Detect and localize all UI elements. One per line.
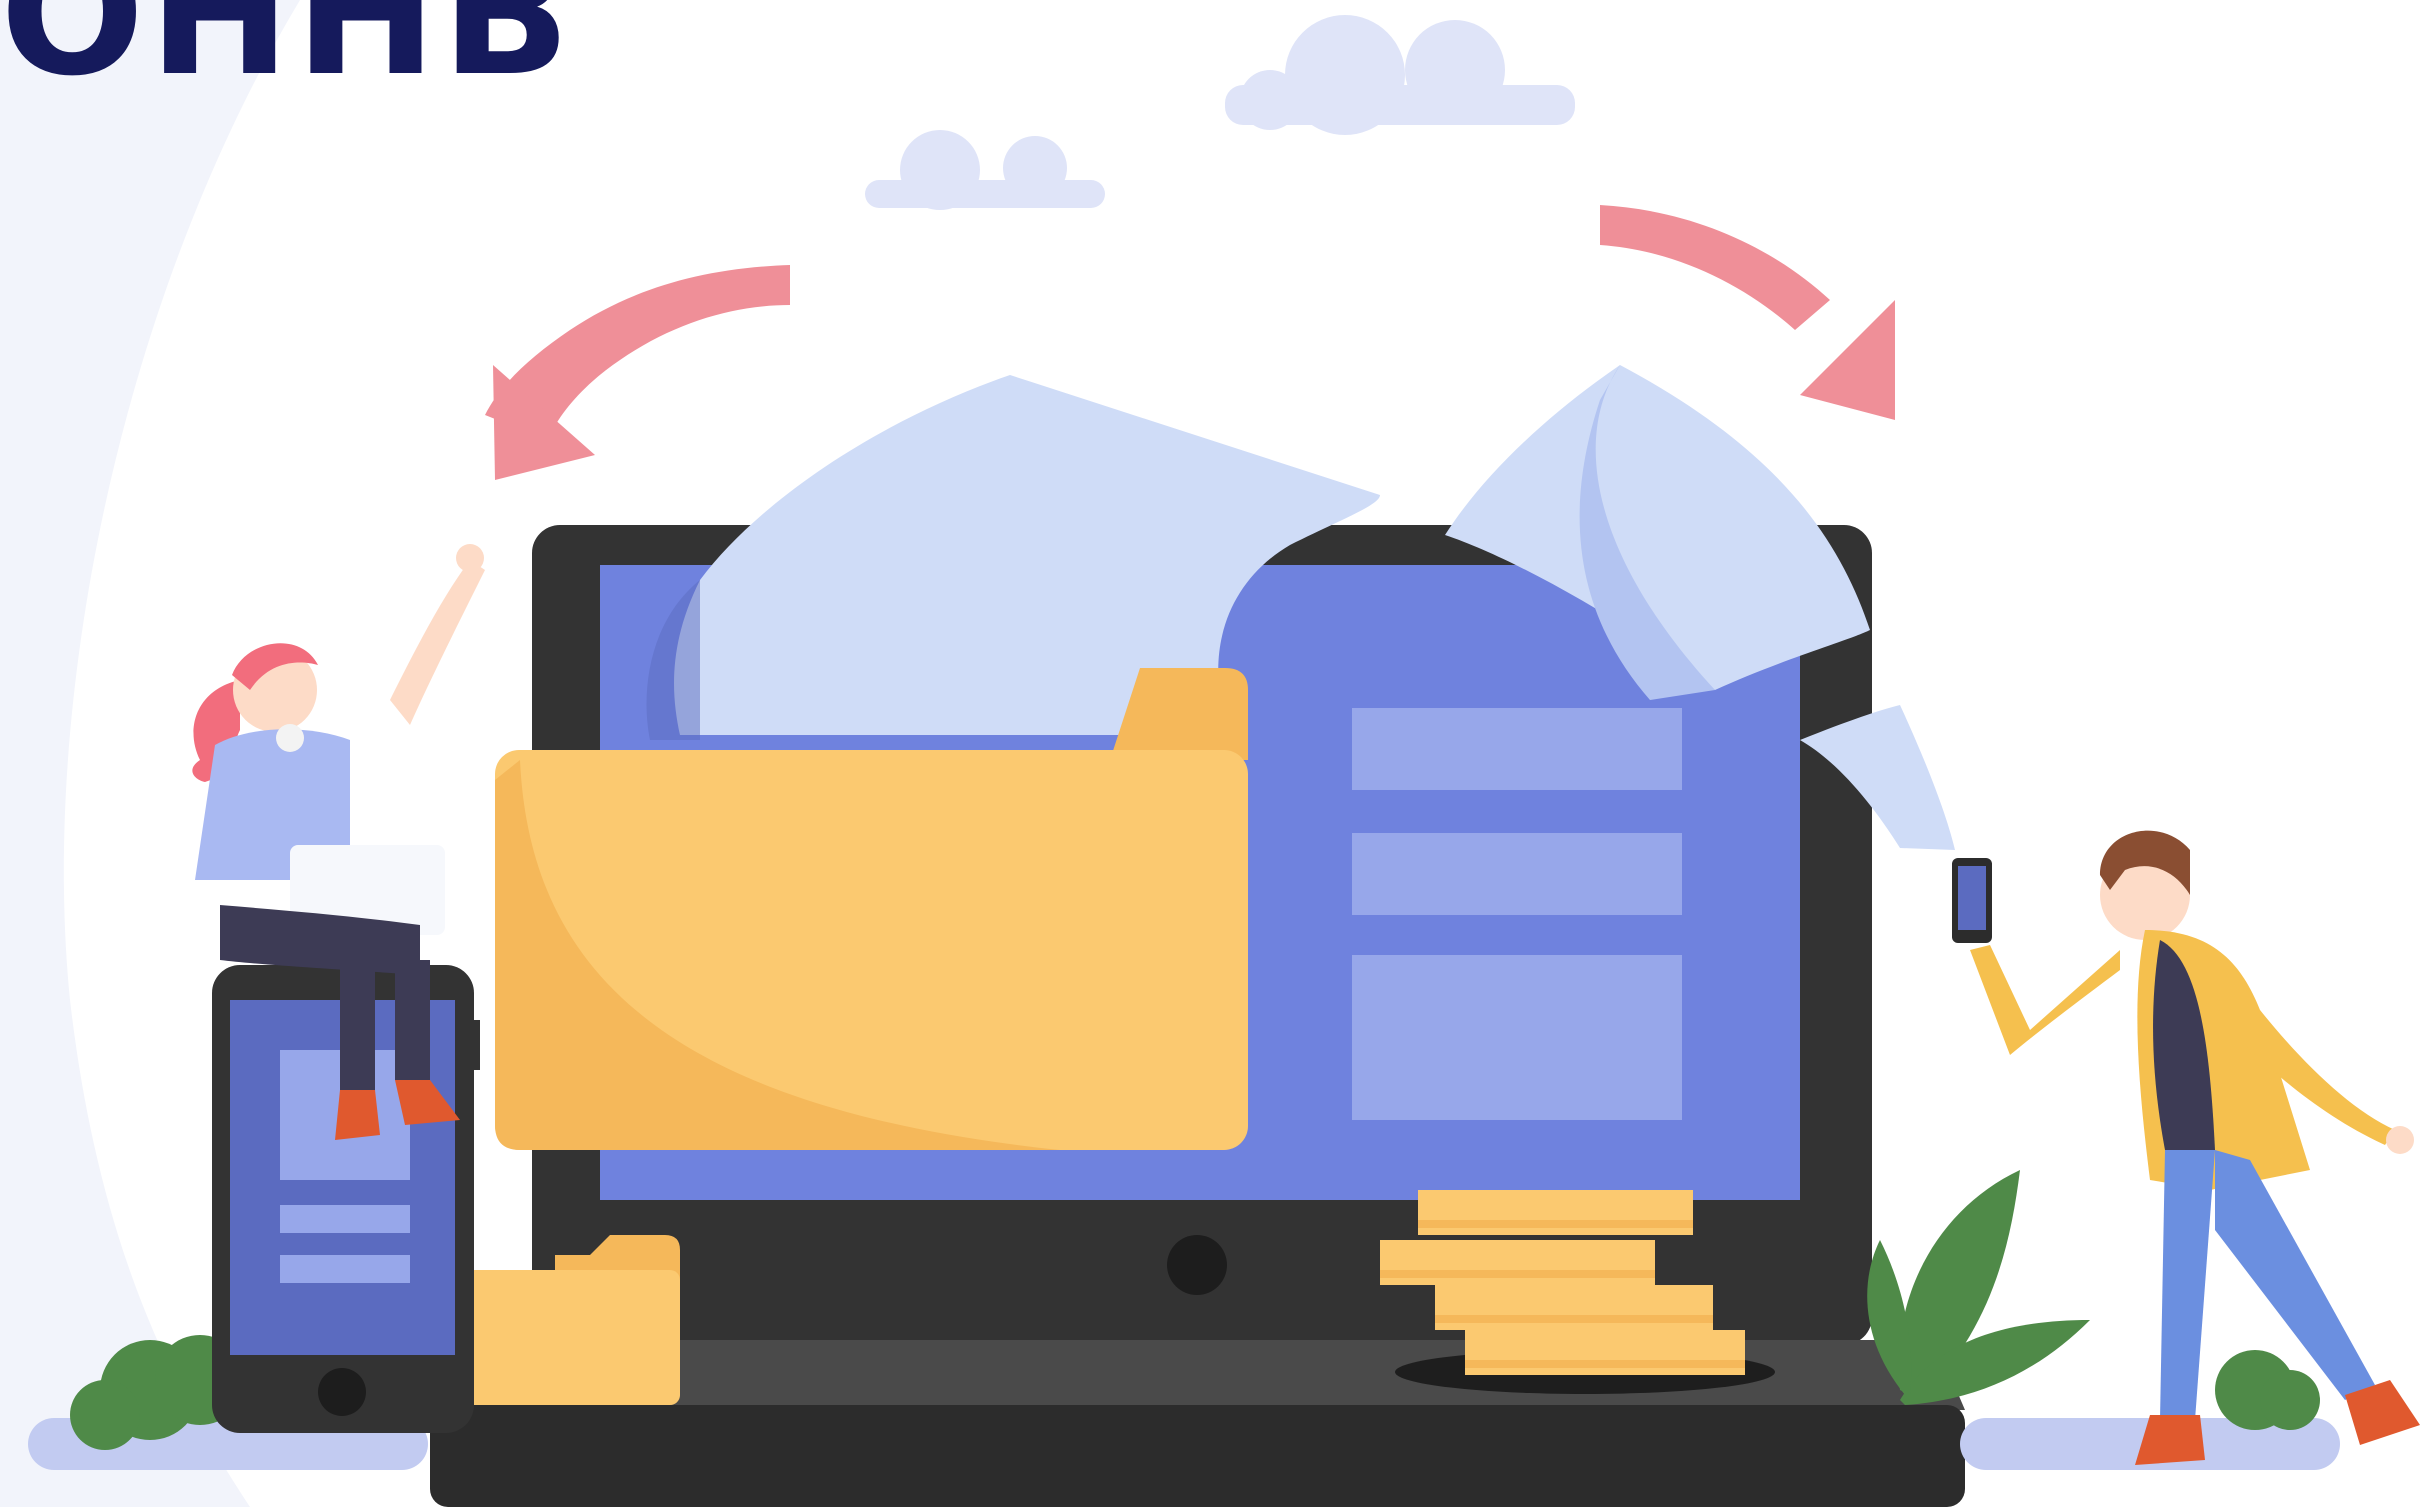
small-folder-icon	[448, 1235, 680, 1405]
cloud-large	[1225, 15, 1575, 135]
webcam-icon	[1167, 1235, 1227, 1295]
illustration-scene	[0, 0, 2420, 1507]
cloud-small	[865, 130, 1105, 210]
screen-panels	[1352, 708, 1682, 1120]
arrow-left-icon	[485, 265, 790, 480]
page-title: OHHB	[0, 0, 575, 114]
